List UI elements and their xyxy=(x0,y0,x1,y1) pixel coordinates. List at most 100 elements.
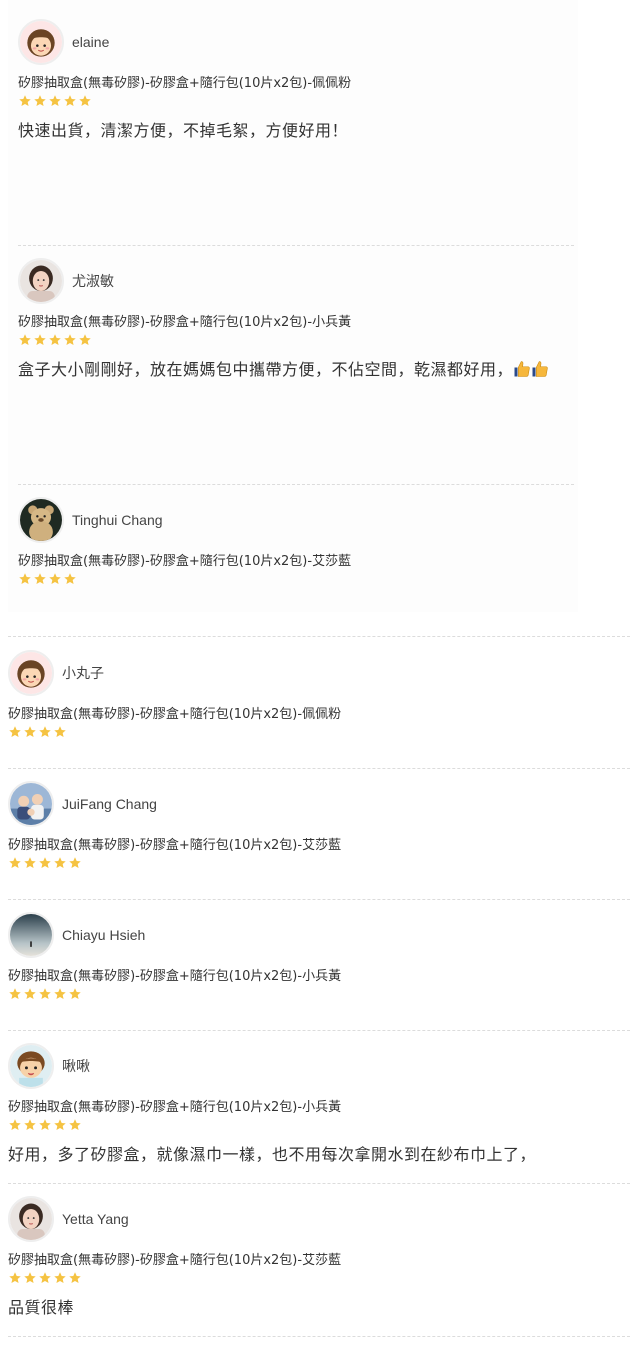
thumbs-up-icon xyxy=(531,360,549,378)
star-icon xyxy=(68,856,82,870)
star-icon xyxy=(8,1118,22,1132)
star-icon xyxy=(8,1271,22,1285)
star-icon xyxy=(23,1118,37,1132)
star-icon xyxy=(48,333,62,347)
review-comment-text: 盒子大小剛剛好，放在媽媽包中攜帶方便，不佔空間，乾濕都好用， xyxy=(18,360,514,379)
review-comment: 品質很棒 xyxy=(8,1298,75,1317)
review-header: Chiayu Hsieh xyxy=(8,912,628,958)
review-comment: 好用，多了矽膠盒，就像濕巾一樣，也不用每次拿開水到在紗布巾上了， xyxy=(8,1145,537,1164)
review-divider xyxy=(8,1336,630,1337)
star-icon xyxy=(53,856,67,870)
star-icon xyxy=(18,94,32,108)
rating-stars xyxy=(8,987,628,1003)
star-icon xyxy=(63,333,77,347)
review-comment: 快速出貨，清潔方便，不掉毛絮，方便好用！ xyxy=(18,121,349,140)
review-divider xyxy=(18,245,574,246)
review-divider xyxy=(8,1030,630,1031)
girl-cartoon-avatar[interactable] xyxy=(18,19,64,65)
star-icon xyxy=(63,94,77,108)
star-icon xyxy=(68,1271,82,1285)
woman-photo-avatar[interactable] xyxy=(8,1196,54,1242)
star-icon xyxy=(48,572,62,586)
star-icon xyxy=(23,725,37,739)
star-icon xyxy=(8,987,22,1001)
reviewer-name: Yetta Yang xyxy=(62,1211,129,1227)
star-icon xyxy=(33,94,47,108)
star-icon xyxy=(38,1118,52,1132)
star-icon xyxy=(63,572,77,586)
boy-cartoon-avatar[interactable] xyxy=(8,1043,54,1089)
review-item: Tinghui Chang 矽膠抽取盒(無毒矽膠)-矽膠盒+隨行包(10片x2包… xyxy=(18,497,574,588)
review-header: elaine xyxy=(18,19,574,65)
review-header: Yetta Yang xyxy=(8,1196,628,1242)
rating-stars xyxy=(8,725,628,741)
star-icon xyxy=(53,725,67,739)
star-icon xyxy=(68,987,82,1001)
star-icon xyxy=(53,1271,67,1285)
product-variant: 矽膠抽取盒(無毒矽膠)-矽膠盒+隨行包(10片x2包)-佩佩粉 xyxy=(8,707,342,722)
product-variant: 矽膠抽取盒(無毒矽膠)-矽膠盒+隨行包(10片x2包)-小兵黃 xyxy=(8,969,342,984)
rating-stars xyxy=(18,333,574,349)
reviewer-name: Chiayu Hsieh xyxy=(62,927,146,943)
star-icon xyxy=(8,856,22,870)
rating-stars xyxy=(8,856,628,872)
review-header: 尤淑敏 xyxy=(18,258,574,304)
product-variant: 矽膠抽取盒(無毒矽膠)-矽膠盒+隨行包(10片x2包)-小兵黃 xyxy=(8,1100,342,1115)
rating-stars xyxy=(8,1118,628,1134)
star-icon xyxy=(23,987,37,1001)
review-comment: 盒子大小剛剛好，放在媽媽包中攜帶方便，不佔空間，乾濕都好用， xyxy=(18,358,574,382)
star-icon xyxy=(38,725,52,739)
review-item: 啾啾 矽膠抽取盒(無毒矽膠)-矽膠盒+隨行包(10片x2包)-小兵黃 好用，多了… xyxy=(8,1043,628,1167)
review-item: JuiFang Chang 矽膠抽取盒(無毒矽膠)-矽膠盒+隨行包(10片x2包… xyxy=(8,781,628,872)
star-icon xyxy=(38,856,52,870)
review-item: 尤淑敏 矽膠抽取盒(無毒矽膠)-矽膠盒+隨行包(10片x2包)-小兵黃 盒子大小… xyxy=(18,258,574,382)
star-icon xyxy=(78,333,92,347)
rating-stars xyxy=(18,572,574,588)
rating-stars xyxy=(8,1271,628,1287)
product-variant: 矽膠抽取盒(無毒矽膠)-矽膠盒+隨行包(10片x2包)-艾莎藍 xyxy=(8,1253,342,1268)
star-icon xyxy=(18,333,32,347)
star-icon xyxy=(48,94,62,108)
product-variant: 矽膠抽取盒(無毒矽膠)-矽膠盒+隨行包(10片x2包)-艾莎藍 xyxy=(18,554,352,569)
product-variant: 矽膠抽取盒(無毒矽膠)-矽膠盒+隨行包(10片x2包)-小兵黃 xyxy=(18,315,352,330)
review-item: Chiayu Hsieh 矽膠抽取盒(無毒矽膠)-矽膠盒+隨行包(10片x2包)… xyxy=(8,912,628,1003)
review-divider xyxy=(8,636,630,637)
rating-stars xyxy=(18,94,574,110)
reviewer-name: Tinghui Chang xyxy=(72,512,163,528)
family-photo-avatar[interactable] xyxy=(8,781,54,827)
review-header: 啾啾 xyxy=(8,1043,628,1089)
review-header: Tinghui Chang xyxy=(18,497,574,543)
product-variant: 矽膠抽取盒(無毒矽膠)-矽膠盒+隨行包(10片x2包)-佩佩粉 xyxy=(18,76,352,91)
reviewer-name: JuiFang Chang xyxy=(62,796,157,812)
star-icon xyxy=(33,333,47,347)
star-icon xyxy=(78,94,92,108)
review-divider xyxy=(18,484,574,485)
review-divider xyxy=(8,899,630,900)
star-icon xyxy=(38,987,52,1001)
landscape-photo-avatar[interactable] xyxy=(8,912,54,958)
girl-cartoon-avatar[interactable] xyxy=(8,650,54,696)
star-icon xyxy=(53,1118,67,1132)
star-icon xyxy=(23,856,37,870)
review-divider xyxy=(8,768,630,769)
product-variant: 矽膠抽取盒(無毒矽膠)-矽膠盒+隨行包(10片x2包)-艾莎藍 xyxy=(8,838,342,853)
reviewer-name: elaine xyxy=(72,34,110,50)
star-icon xyxy=(53,987,67,1001)
thumbs-up-icon xyxy=(513,360,531,378)
star-icon xyxy=(18,572,32,586)
review-header: 小丸子 xyxy=(8,650,628,696)
reviewer-name: 小丸子 xyxy=(62,665,104,681)
reviews-page: elaine 矽膠抽取盒(無毒矽膠)-矽膠盒+隨行包(10片x2包)-佩佩粉 快… xyxy=(0,0,630,1365)
review-item: 小丸子 矽膠抽取盒(無毒矽膠)-矽膠盒+隨行包(10片x2包)-佩佩粉 xyxy=(8,650,628,741)
star-icon xyxy=(23,1271,37,1285)
review-divider xyxy=(8,1183,630,1184)
woman-photo-avatar[interactable] xyxy=(18,258,64,304)
review-header: JuiFang Chang xyxy=(8,781,628,827)
reviewer-name: 啾啾 xyxy=(62,1058,90,1074)
star-icon xyxy=(8,725,22,739)
star-icon xyxy=(38,1271,52,1285)
review-item: elaine 矽膠抽取盒(無毒矽膠)-矽膠盒+隨行包(10片x2包)-佩佩粉 快… xyxy=(18,19,574,143)
teddy-bear-avatar[interactable] xyxy=(18,497,64,543)
review-item: Yetta Yang 矽膠抽取盒(無毒矽膠)-矽膠盒+隨行包(10片x2包)-艾… xyxy=(8,1196,628,1320)
star-icon xyxy=(68,1118,82,1132)
